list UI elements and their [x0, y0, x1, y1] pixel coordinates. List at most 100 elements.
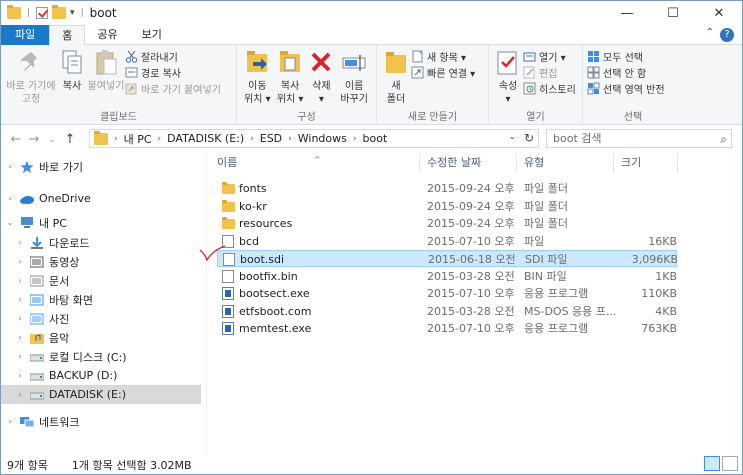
folder-icon: [222, 182, 235, 194]
column-separator[interactable]: [419, 154, 420, 172]
expand-chevron-icon[interactable]: ›: [5, 417, 15, 426]
paste-shortcut-button[interactable]: 바로 가기 붙여넣기: [125, 81, 221, 96]
history-button[interactable]: 히스토리: [523, 81, 576, 96]
nav-item-9[interactable]: › 로컬 디스크 (C:): [1, 347, 201, 366]
address-dropdown-icon[interactable]: ⌄: [508, 132, 516, 142]
copy-path-button[interactable]: 경로 복사: [125, 65, 221, 80]
open-button[interactable]: 열기 ▾: [523, 49, 576, 64]
folder-icon[interactable]: [7, 5, 21, 19]
column-header-type[interactable]: 유형: [518, 152, 613, 174]
nav-item-8[interactable]: › 음악: [1, 328, 201, 347]
expand-chevron-icon[interactable]: ›: [15, 390, 25, 399]
column-separator[interactable]: [677, 154, 678, 172]
nav-item-11[interactable]: › DATADISK (E:): [1, 385, 201, 404]
nav-item-1[interactable]: › OneDrive: [1, 189, 201, 208]
breadcrumb-chevron-icon[interactable]: ›: [114, 134, 118, 144]
breadcrumb-windows[interactable]: Windows: [298, 132, 347, 145]
breadcrumb-esd[interactable]: ESD: [260, 132, 282, 145]
minimize-button[interactable]: —: [604, 1, 650, 25]
file-row[interactable]: ko-kr 2015-09-24 오후 1... 파일 폴더: [217, 198, 677, 215]
file-row[interactable]: etfsboot.com 2015-03-28 오전 6... MS-DOS 응용 …: [217, 303, 677, 320]
column-separator[interactable]: [516, 154, 517, 172]
file-row[interactable]: fonts 2015-09-24 오후 1... 파일 폴더: [217, 180, 677, 197]
nav-item-7[interactable]: › 사진: [1, 309, 201, 328]
pin-label-1: 바로 가기에: [6, 81, 56, 92]
new-folder-icon[interactable]: [52, 5, 67, 19]
file-row[interactable]: bootsect.exe 2015-07-10 오후 2... 응용 프로그램 110…: [217, 285, 677, 302]
nav-item-5[interactable]: › 문서: [1, 271, 201, 290]
breadcrumb-chevron-icon[interactable]: ›: [250, 134, 254, 144]
pane-divider[interactable]: [206, 152, 207, 452]
copy-to-icon: [276, 48, 304, 78]
file-type: 파일 폴더: [524, 217, 568, 230]
expand-chevron-icon[interactable]: ›: [15, 333, 25, 342]
new-item-button[interactable]: 새 항목 ▾: [411, 49, 475, 64]
expand-chevron-icon[interactable]: ›: [15, 352, 25, 361]
nav-item-10[interactable]: › BACKUP (D:): [1, 366, 201, 385]
copy-to-label-1: 복사: [280, 81, 300, 92]
expand-chevron-icon[interactable]: ⌄: [5, 218, 15, 227]
nav-item-0[interactable]: › 바로 가기: [1, 157, 201, 176]
tab-view[interactable]: 보기: [130, 25, 174, 45]
details-view-icon[interactable]: [704, 456, 720, 471]
breadcrumb-boot[interactable]: boot: [362, 132, 387, 145]
column-separator[interactable]: [613, 154, 614, 172]
back-arrow-icon[interactable]: ←: [7, 132, 25, 147]
expand-chevron-icon[interactable]: ›: [15, 314, 25, 323]
expand-chevron-icon[interactable]: ›: [15, 295, 25, 304]
drive-icon: [29, 351, 45, 363]
expand-chevron-icon[interactable]: ›: [15, 238, 25, 247]
close-button[interactable]: ✕: [696, 1, 742, 25]
forward-arrow-icon[interactable]: →: [25, 132, 43, 147]
easy-access-button[interactable]: 빠른 연결 ▾: [411, 65, 475, 80]
file-row[interactable]: bootfix.bin 2015-03-28 오전 6... BIN 파일 1KB: [217, 268, 677, 285]
tab-home[interactable]: 홈: [49, 25, 86, 46]
expand-chevron-icon[interactable]: ›: [15, 371, 25, 380]
collapse-ribbon-icon[interactable]: ⌃: [706, 27, 714, 38]
file-row[interactable]: memtest.exe 2015-07-10 오후 1... 응용 프로그램 763K…: [217, 320, 677, 337]
invert-selection-button[interactable]: 선택 영역 반전: [587, 81, 665, 96]
properties-check-icon[interactable]: [36, 7, 49, 19]
edit-button[interactable]: 편집: [523, 65, 576, 80]
refresh-icon[interactable]: ↻: [524, 131, 534, 145]
select-group: 모두 선택 선택 안 함 선택 영역 반전 선택: [583, 45, 683, 125]
recent-dropdown-icon[interactable]: ⌄: [43, 135, 61, 144]
column-header-size[interactable]: 크기: [615, 152, 677, 174]
nav-item-2[interactable]: ⌄ 내 PC: [1, 213, 201, 232]
column-header-name[interactable]: 이름 ^: [211, 152, 411, 174]
maximize-button[interactable]: ☐: [650, 1, 696, 25]
breadcrumb-chevron-icon[interactable]: ›: [158, 134, 162, 144]
up-arrow-icon[interactable]: ↑: [61, 132, 79, 147]
tab-file[interactable]: 파일: [1, 25, 50, 45]
expand-chevron-icon[interactable]: ›: [5, 194, 15, 203]
nav-item-6[interactable]: › 바탕 화면: [1, 290, 201, 309]
nav-item-12[interactable]: › 네트워크: [1, 412, 201, 431]
search-placeholder: boot 검색: [553, 132, 602, 145]
cut-button[interactable]: 잘라내기: [125, 49, 221, 64]
breadcrumb-chevron-icon[interactable]: ›: [353, 134, 357, 144]
expand-chevron-icon[interactable]: ›: [5, 162, 15, 171]
tab-share[interactable]: 공유: [85, 25, 129, 45]
sort-ascending-icon: ^: [314, 155, 321, 164]
file-row[interactable]: bcd 2015-07-10 오후 1... 파일 16KB: [217, 233, 677, 250]
expand-chevron-icon[interactable]: ›: [15, 257, 25, 266]
delete-dropdown: ▾: [318, 94, 324, 105]
file-size: [621, 180, 677, 197]
help-icon[interactable]: ?: [720, 28, 734, 42]
large-icons-view-icon[interactable]: [722, 456, 738, 471]
select-none-button[interactable]: 선택 안 함: [587, 65, 665, 80]
breadcrumb-chevron-icon[interactable]: ›: [288, 134, 292, 144]
expand-chevron-icon[interactable]: ›: [15, 276, 25, 285]
select-all-button[interactable]: 모두 선택: [587, 49, 665, 64]
qat-dropdown-icon[interactable]: ▾: [70, 8, 75, 18]
file-row[interactable]: boot.sdi 2015-06-18 오전 1... SDI 파일 3,096KB: [217, 250, 678, 267]
nav-item-4[interactable]: › 동영상: [1, 252, 201, 271]
column-header-date[interactable]: 수정한 날짜: [421, 152, 516, 174]
nav-item-3[interactable]: › 다운로드: [1, 233, 201, 252]
search-input[interactable]: boot 검색 ⌕: [546, 129, 732, 148]
file-row[interactable]: resources 2015-09-24 오후 1... 파일 폴더: [217, 215, 677, 232]
breadcrumb-this-pc[interactable]: 내 PC: [124, 131, 152, 147]
address-bar[interactable]: › 내 PC › DATADISK (E:) › ESD › Windows ›…: [89, 129, 539, 148]
search-icon[interactable]: ⌕: [720, 131, 727, 148]
breadcrumb-datadisk[interactable]: DATADISK (E:): [167, 132, 244, 145]
